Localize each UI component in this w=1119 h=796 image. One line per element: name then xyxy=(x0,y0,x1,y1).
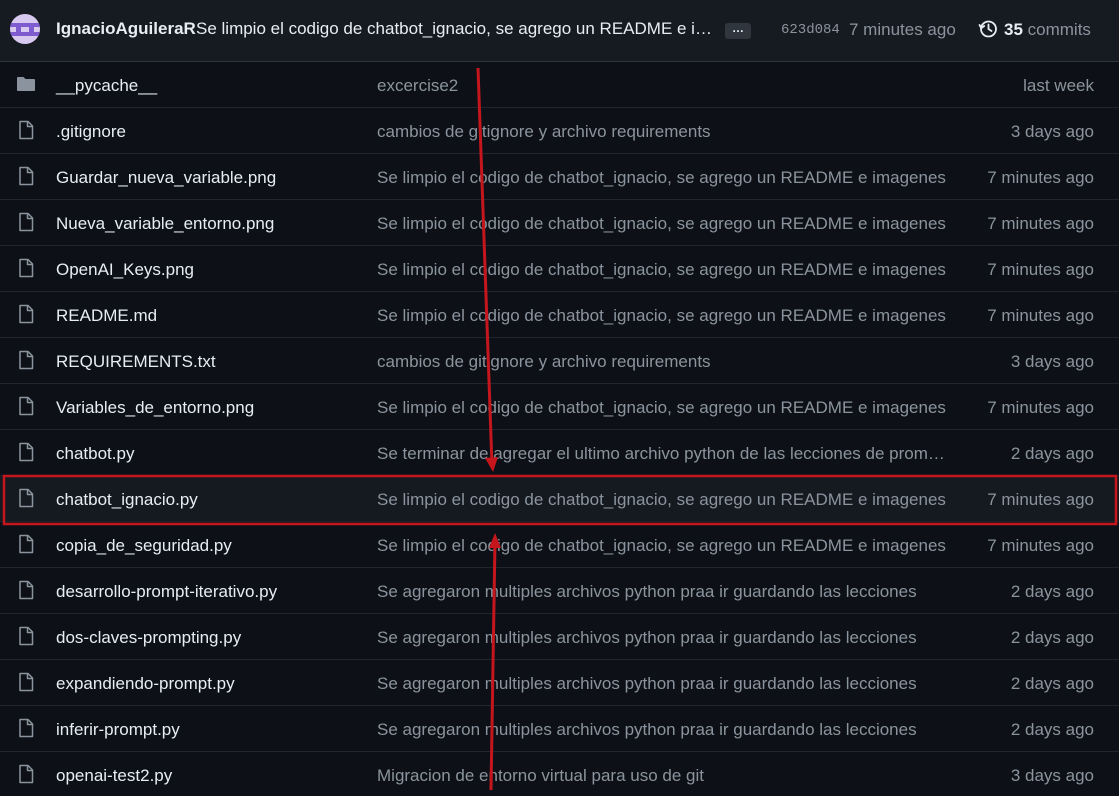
file-icon xyxy=(16,304,36,324)
file-row[interactable]: chatbot.py Se terminar de agregar el ulti… xyxy=(0,430,1119,476)
file-commit-message-link[interactable]: Se limpio el codigo de chatbot_ignacio, … xyxy=(377,260,952,280)
commit-sha[interactable]: 623d084 xyxy=(781,22,840,38)
file-commit-time: 7 minutes ago xyxy=(987,260,1094,279)
file-icon xyxy=(16,212,36,232)
file-name-link[interactable]: openai-test2.py xyxy=(56,766,172,786)
file-name-link[interactable]: README.md xyxy=(56,306,157,326)
file-commit-time: 2 days ago xyxy=(1010,720,1094,739)
file-commit-message-link[interactable]: Se limpio el codigo de chatbot_ignacio, … xyxy=(377,536,952,556)
file-commit-time: 7 minutes ago xyxy=(987,490,1094,509)
file-commit-time: 7 minutes ago xyxy=(987,398,1094,417)
file-commit-time: 2 days ago xyxy=(1010,628,1094,647)
file-row[interactable]: .gitignore cambios de gitignore y archivo… xyxy=(0,108,1119,154)
commit-time: 7 minutes ago xyxy=(849,20,956,39)
commit-author[interactable]: IgnacioAguileraR xyxy=(56,19,196,39)
file-icon xyxy=(16,534,36,554)
file-row[interactable]: dos-claves-prompting.py Se agregaron mult… xyxy=(0,614,1119,660)
file-name-link[interactable]: __pycache__ xyxy=(56,76,157,96)
file-commit-time: last week xyxy=(1023,76,1094,95)
file-name-link[interactable]: dos-claves-prompting.py xyxy=(56,628,241,648)
file-icon xyxy=(16,672,36,692)
file-row[interactable]: OpenAI_Keys.png Se limpio el codigo de ch… xyxy=(0,246,1119,292)
file-name-link[interactable]: REQUIREMENTS.txt xyxy=(56,352,216,372)
file-commit-message-link[interactable]: Se agregaron multiples archivos python p… xyxy=(377,582,952,602)
file-row[interactable]: README.md Se limpio el codigo de chatbot_… xyxy=(0,292,1119,338)
file-name-link[interactable]: Guardar_nueva_variable.png xyxy=(56,168,276,188)
file-name-link[interactable]: chatbot_ignacio.py xyxy=(56,490,198,510)
file-commit-time: 3 days ago xyxy=(1010,122,1094,141)
file-row[interactable]: chatbot_ignacio.py Se limpio el codigo de… xyxy=(0,476,1119,522)
file-commit-message-link[interactable]: Se limpio el codigo de chatbot_ignacio, … xyxy=(377,168,952,188)
file-icon xyxy=(16,580,36,600)
file-row[interactable]: Guardar_nueva_variable.png Se limpio el c… xyxy=(0,154,1119,200)
file-row[interactable]: expandiendo-prompt.py Se agregaron multip… xyxy=(0,660,1119,706)
file-icon xyxy=(16,764,36,784)
file-commit-message-link[interactable]: cambios de gitignore y archivo requireme… xyxy=(377,352,952,372)
file-commit-time: 7 minutes ago xyxy=(987,306,1094,325)
file-name-link[interactable]: inferir-prompt.py xyxy=(56,720,180,740)
file-row[interactable]: REQUIREMENTS.txt cambios de gitignore y a… xyxy=(0,338,1119,384)
file-commit-time: 2 days ago xyxy=(1010,444,1094,463)
file-name-link[interactable]: desarrollo-prompt-iterativo.py xyxy=(56,582,277,602)
file-row[interactable]: Variables_de_entorno.png Se limpio el cod… xyxy=(0,384,1119,430)
file-commit-message-link[interactable]: Se agregaron multiples archivos python p… xyxy=(377,720,952,740)
file-commit-time: 2 days ago xyxy=(1010,582,1094,601)
expand-commit-button[interactable]: … xyxy=(725,22,751,39)
commits-count: 35 xyxy=(1004,20,1023,39)
file-icon xyxy=(16,166,36,186)
file-commit-message-link[interactable]: Se limpio el codigo de chatbot_ignacio, … xyxy=(377,214,952,234)
file-list: __pycache__ excercise2 last week .gitignore… xyxy=(0,62,1119,796)
commit-message[interactable]: Se limpio el codigo de chatbot_ignacio, … xyxy=(196,19,716,39)
file-row[interactable]: desarrollo-prompt-iterativo.py Se agregar… xyxy=(0,568,1119,614)
file-commit-time: 3 days ago xyxy=(1010,766,1094,785)
file-icon xyxy=(16,718,36,738)
file-name-link[interactable]: OpenAI_Keys.png xyxy=(56,260,194,280)
folder-icon xyxy=(16,74,36,94)
repo-file-browser: IgnacioAguileraR Se limpio el codigo de … xyxy=(0,0,1119,796)
file-commit-message-link[interactable]: Se limpio el codigo de chatbot_ignacio, … xyxy=(377,306,952,326)
file-icon xyxy=(16,120,36,140)
file-commit-message-link[interactable]: Se agregaron multiples archivos python p… xyxy=(377,628,952,648)
file-name-link[interactable]: Variables_de_entorno.png xyxy=(56,398,254,418)
file-icon xyxy=(16,396,36,416)
file-row[interactable]: __pycache__ excercise2 last week xyxy=(0,62,1119,108)
file-commit-message-link[interactable]: Se terminar de agregar el ultimo archivo… xyxy=(377,444,952,464)
file-icon xyxy=(16,626,36,646)
history-icon[interactable] xyxy=(978,19,998,39)
file-row[interactable]: inferir-prompt.py Se agregaron multiples … xyxy=(0,706,1119,752)
file-commit-message-link[interactable]: Se limpio el codigo de chatbot_ignacio, … xyxy=(377,398,952,418)
file-name-link[interactable]: Nueva_variable_entorno.png xyxy=(56,214,274,234)
file-icon xyxy=(16,258,36,278)
file-row[interactable]: openai-test2.py Migracion de entorno virt… xyxy=(0,752,1119,796)
file-commit-time: 3 days ago xyxy=(1010,352,1094,371)
file-row[interactable]: copia_de_seguridad.py Se limpio el codigo… xyxy=(0,522,1119,568)
file-row[interactable]: Nueva_variable_entorno.png Se limpio el c… xyxy=(0,200,1119,246)
file-commit-time: 7 minutes ago xyxy=(987,214,1094,233)
file-commit-time: 2 days ago xyxy=(1010,674,1094,693)
file-commit-message-link[interactable]: cambios de gitignore y archivo requireme… xyxy=(377,122,952,142)
latest-commit-bar: IgnacioAguileraR Se limpio el codigo de … xyxy=(0,0,1119,62)
file-icon xyxy=(16,442,36,462)
file-commit-message-link[interactable]: Migracion de entorno virtual para uso de… xyxy=(377,766,952,786)
file-commit-time: 7 minutes ago xyxy=(987,168,1094,187)
file-icon xyxy=(16,350,36,370)
file-name-link[interactable]: chatbot.py xyxy=(56,444,134,464)
file-icon xyxy=(16,488,36,508)
file-commit-message-link[interactable]: excercise2 xyxy=(377,76,952,96)
file-commit-message-link[interactable]: Se limpio el codigo de chatbot_ignacio, … xyxy=(377,490,952,510)
file-commit-message-link[interactable]: Se agregaron multiples archivos python p… xyxy=(377,674,952,694)
commits-link[interactable]: 35 commits xyxy=(1004,20,1091,40)
file-commit-time: 7 minutes ago xyxy=(987,536,1094,555)
file-name-link[interactable]: .gitignore xyxy=(56,122,126,142)
file-name-link[interactable]: copia_de_seguridad.py xyxy=(56,536,232,556)
commits-label: commits xyxy=(1027,20,1091,39)
file-name-link[interactable]: expandiendo-prompt.py xyxy=(56,674,235,694)
author-avatar[interactable] xyxy=(10,14,40,44)
